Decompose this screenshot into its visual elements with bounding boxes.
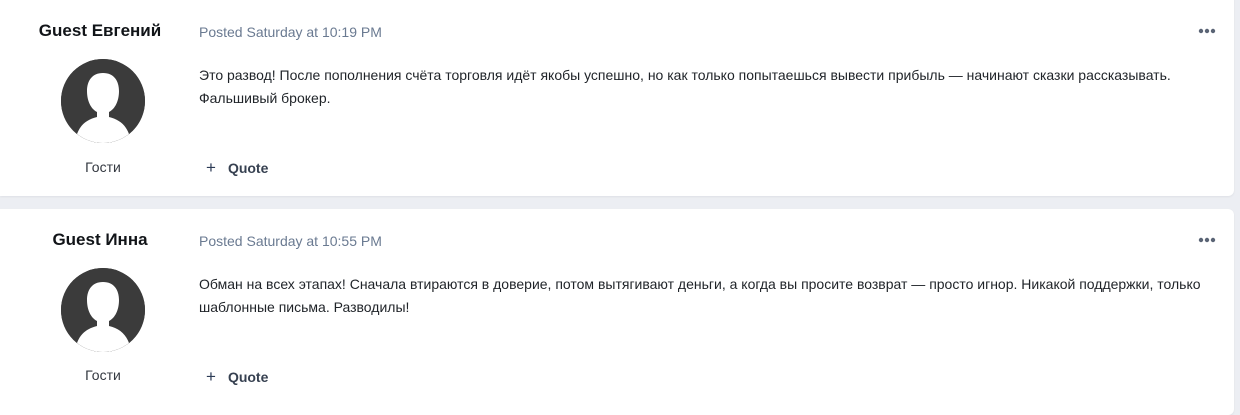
author-name[interactable]: Guest Инна — [0, 230, 200, 250]
quote-label: Quote — [227, 369, 269, 385]
quote-button[interactable]: + Quote — [206, 367, 268, 387]
comment-post: Guest Евгений Гости Posted Saturday at 1… — [0, 0, 1234, 196]
ellipsis-icon — [1198, 28, 1216, 34]
quote-button[interactable]: + Quote — [206, 158, 268, 178]
avatar[interactable] — [61, 268, 145, 352]
default-user-avatar-icon — [61, 268, 145, 352]
post-content: Обман на всех этапах! Сначала втираются … — [199, 276, 1201, 315]
author-panel: Guest Евгений Гости — [0, 0, 200, 196]
default-user-avatar-icon — [61, 59, 145, 143]
post-content: Это развод! После пополнения счёта торго… — [199, 67, 1171, 106]
post-timestamp[interactable]: Posted Saturday at 10:19 PM — [199, 24, 382, 40]
ellipsis-icon — [1198, 237, 1216, 243]
plus-icon: + — [206, 158, 216, 177]
author-group: Гости — [85, 159, 121, 175]
plus-icon: + — [206, 367, 216, 386]
post-menu-button[interactable] — [1198, 237, 1216, 243]
quote-label: Quote — [227, 160, 269, 176]
post-menu-button[interactable] — [1198, 28, 1216, 34]
post-timestamp[interactable]: Posted Saturday at 10:55 PM — [199, 233, 382, 249]
author-panel: Guest Инна Гости — [0, 209, 200, 415]
author-name[interactable]: Guest Евгений — [0, 21, 200, 41]
comment-post: Guest Инна Гости Posted Saturday at 10:5… — [0, 209, 1234, 415]
author-group: Гости — [85, 367, 121, 383]
avatar[interactable] — [61, 59, 145, 143]
